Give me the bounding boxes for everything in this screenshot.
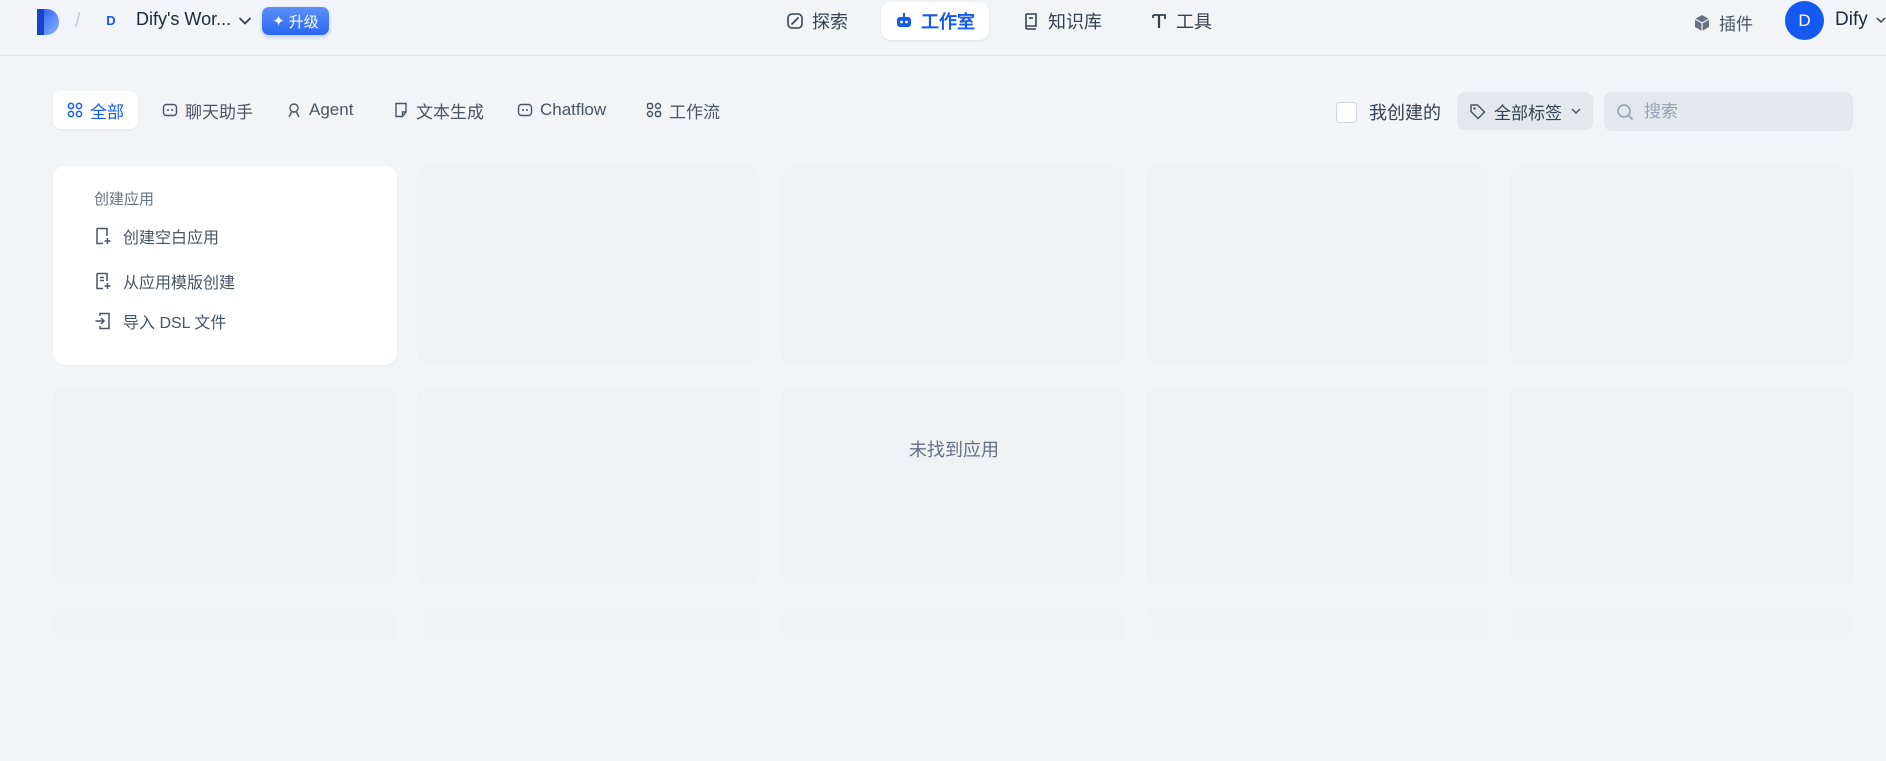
nav-explore[interactable]: 探索	[772, 2, 862, 40]
grid-icon	[67, 102, 83, 118]
nav-tools[interactable]: 工具	[1136, 2, 1226, 40]
tag-filter-label: 全部标签	[1494, 103, 1562, 123]
tab-workflow[interactable]: 工作流	[632, 91, 734, 129]
created-by-me-filter[interactable]: 我创建的	[1336, 99, 1441, 125]
template-icon	[96, 272, 111, 290]
tab-agent[interactable]: Agent	[272, 91, 367, 129]
hammer-icon	[1152, 14, 1166, 28]
app-card-placeholder	[53, 606, 396, 706]
breadcrumb-separator: /	[75, 10, 81, 32]
app-card-placeholder	[1510, 386, 1853, 585]
agent-icon	[288, 103, 300, 118]
chevron-down-icon	[1571, 108, 1581, 115]
app-card-placeholder	[53, 386, 396, 585]
tab-agent-label: Agent	[309, 100, 354, 119]
create-from-template-label: 从应用模版创建	[123, 275, 236, 292]
app-card-placeholder	[1510, 166, 1853, 365]
tab-chatflow-label: Chatflow	[540, 100, 607, 119]
search-box[interactable]	[1604, 92, 1853, 131]
nav-studio-label: 工作室	[921, 12, 975, 32]
tab-all-label: 全部	[90, 102, 124, 122]
tab-chat-assistant-label: 聊天助手	[185, 102, 253, 122]
top-navigation-bar: / D Dify's Wor... ✦ 升级 探索 工作室 知识库 工具 插件 …	[0, 0, 1886, 56]
created-by-me-label: 我创建的	[1369, 103, 1441, 123]
plugin-button[interactable]: 插件	[1693, 10, 1753, 35]
tab-chatflow[interactable]: Chatflow	[503, 91, 620, 129]
user-name[interactable]: Dify	[1835, 9, 1868, 31]
workspace-avatar[interactable]: D	[101, 10, 121, 30]
import-dsl-label: 导入 DSL 文件	[123, 315, 227, 332]
app-card-placeholder	[417, 166, 760, 365]
tab-text-generation-label: 文本生成	[416, 102, 484, 122]
app-card-placeholder	[1146, 386, 1489, 585]
document-icon	[395, 102, 407, 118]
robot-icon	[897, 13, 911, 27]
app-card-placeholder	[1510, 606, 1853, 706]
workspace-name[interactable]: Dify's Wor...	[136, 9, 231, 30]
tab-all[interactable]: 全部	[53, 91, 138, 129]
app-card-placeholder	[1146, 166, 1489, 365]
chevron-down-icon[interactable]	[1876, 15, 1886, 25]
search-icon	[1617, 103, 1634, 120]
upgrade-label: 升级	[288, 13, 319, 31]
app-card-placeholder	[417, 606, 760, 706]
nav-knowledge-label: 知识库	[1048, 12, 1102, 32]
nav-explore-label: 探索	[812, 12, 848, 32]
tab-chat-assistant[interactable]: 聊天助手	[148, 91, 267, 129]
import-dsl-button[interactable]: 导入 DSL 文件	[94, 309, 226, 333]
nav-studio[interactable]: 工作室	[881, 2, 989, 40]
nav-knowledge[interactable]: 知识库	[1008, 2, 1116, 40]
created-by-me-checkbox[interactable]	[1336, 101, 1357, 123]
app-card-placeholder	[781, 606, 1124, 706]
book-icon	[1025, 13, 1037, 30]
dify-logo[interactable]	[37, 9, 59, 35]
chat-icon	[162, 103, 178, 117]
new-file-icon	[96, 227, 111, 245]
app-card-placeholder	[417, 386, 760, 585]
create-app-title: 创建应用	[94, 191, 155, 208]
workflow-icon	[646, 102, 662, 118]
import-icon	[95, 312, 110, 330]
user-avatar[interactable]: D	[1785, 1, 1824, 40]
plugin-label: 插件	[1719, 15, 1753, 34]
app-card-placeholder	[781, 166, 1124, 365]
tab-workflow-label: 工作流	[669, 102, 720, 122]
app-card-placeholder	[1146, 606, 1489, 706]
tab-text-generation[interactable]: 文本生成	[379, 91, 498, 129]
cube-icon	[1694, 14, 1710, 31]
nav-tools-label: 工具	[1176, 12, 1212, 32]
chevron-down-icon[interactable]	[238, 14, 252, 28]
create-app-card: 创建应用 创建空白应用 从应用模版创建 导入 DSL 文件	[53, 166, 397, 365]
create-blank-app-label: 创建空白应用	[123, 230, 220, 247]
compass-icon	[787, 13, 803, 29]
sparkle-icon: ✦	[272, 13, 285, 30]
create-from-template-button[interactable]: 从应用模版创建	[94, 269, 235, 293]
search-input[interactable]	[1642, 100, 1836, 123]
tag-icon	[1470, 103, 1486, 119]
app-card-placeholder	[781, 386, 1124, 585]
upgrade-button[interactable]: ✦ 升级	[262, 7, 329, 35]
create-blank-app-button[interactable]: 创建空白应用	[94, 224, 219, 248]
tag-filter-select[interactable]: 全部标签	[1457, 92, 1593, 130]
empty-state-message: 未找到应用	[909, 440, 999, 460]
chatflow-icon	[517, 103, 533, 117]
